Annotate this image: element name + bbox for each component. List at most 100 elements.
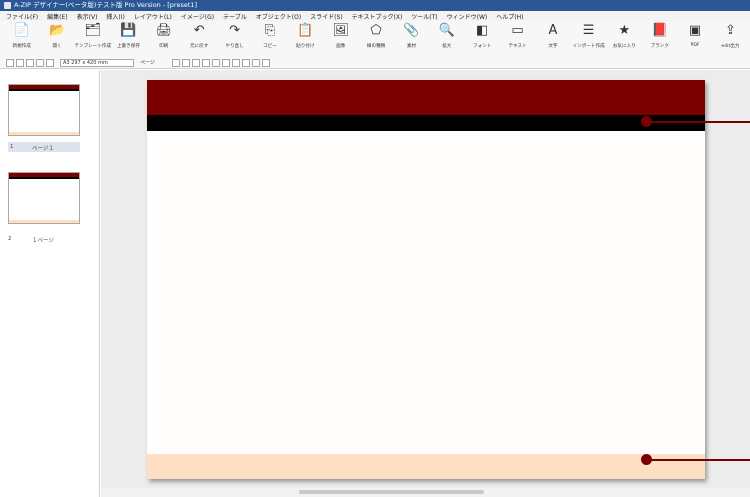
ribbon-button-label: コピー xyxy=(263,44,277,49)
ribbon-button[interactable]: 💾 上書き保存 xyxy=(113,21,144,49)
zoom-icon: 🔍 xyxy=(438,23,455,38)
menu-item[interactable]: スライド(S) xyxy=(310,12,343,21)
export-icon: ⇪ xyxy=(724,23,736,38)
ribbon-button[interactable]: ↷ やり直し xyxy=(219,21,250,49)
bring-front-icon[interactable] xyxy=(222,58,230,67)
fit-page-icon[interactable] xyxy=(46,58,54,67)
thumb-footer xyxy=(9,220,79,223)
list-icon: ☰ xyxy=(582,23,595,38)
ribbon-button[interactable]: A 文字 xyxy=(537,21,568,49)
ribbon-toolbar: 📄 新規作成 📂 開く 🗂 テンプレート作成 💾 上書き保存 🖨 印刷 ↶ 元に戻す ↷ やり直し ⎘ コピー… xyxy=(0,21,750,57)
ribbon-button[interactable]: 🔍 拡大 xyxy=(431,21,462,49)
ribbon-button[interactable]: ⇪ edit出力 xyxy=(715,21,746,49)
ribbon-button[interactable]: 🖼 画像 xyxy=(325,21,356,49)
print-icon: 🖨 xyxy=(155,23,173,38)
zoom-in-icon[interactable] xyxy=(26,58,34,67)
menu-item[interactable]: ヘルプ(H) xyxy=(496,12,523,21)
ribbon-button-label: フォント xyxy=(472,44,492,49)
ribbon-button-label: 印刷 xyxy=(159,44,169,49)
header-band-black[interactable] xyxy=(147,115,705,131)
ribbon-button-label: 素材 xyxy=(406,44,417,49)
ribbon-button-label: 上書き保存 xyxy=(116,44,140,49)
editing-canvas[interactable] xyxy=(101,70,750,488)
ribbon-button[interactable]: ↶ 元に戻す xyxy=(184,21,215,49)
menu-item[interactable]: イメージ(G) xyxy=(181,12,214,21)
align-right-icon[interactable] xyxy=(192,58,200,67)
ribbon-button[interactable]: 📂 開く xyxy=(41,21,72,49)
ribbon-button[interactable]: 📋 貼り付け xyxy=(290,21,321,49)
page-thumbnail-2[interactable] xyxy=(8,172,80,224)
callout-line-header xyxy=(650,121,750,123)
ribbon-button-label: 開く xyxy=(52,44,62,49)
page-thumbnail-panel: 1 ページ１ 2 １ページ xyxy=(0,70,100,497)
page-number: 1 xyxy=(10,144,14,150)
image-icon: 🖼 xyxy=(332,23,349,38)
menu-item[interactable]: 表示(V) xyxy=(77,12,98,21)
slide-page[interactable] xyxy=(147,80,705,479)
footer-band[interactable] xyxy=(147,454,705,479)
menu-item[interactable]: レイアウト(L) xyxy=(134,12,172,21)
book-icon: 📕 xyxy=(651,23,668,38)
ribbon-button[interactable]: ★ お気に入り xyxy=(609,21,640,49)
redo-icon: ↷ xyxy=(229,23,241,38)
ribbon-button[interactable]: 📕 ブランク xyxy=(644,21,675,49)
page-size-select[interactable]: A3 297 x 420 mm xyxy=(60,58,134,67)
ribbon-button[interactable]: 📎 素材 xyxy=(396,21,427,49)
horizontal-scrollbar[interactable] xyxy=(101,488,750,497)
ribbon-button[interactable]: ⬠ 線の種類 xyxy=(360,21,391,49)
ribbon-button[interactable]: 🖨 印刷 xyxy=(148,21,179,49)
ruler-icon[interactable] xyxy=(262,58,270,67)
menu-item[interactable]: ウィンドウ(W) xyxy=(447,12,488,21)
ribbon-button[interactable]: 🗂 テンプレート作成 xyxy=(74,21,112,49)
menu-item[interactable]: テキストブック(X) xyxy=(352,12,403,21)
menu-item[interactable]: ファイル(F) xyxy=(6,12,38,21)
ribbon-button[interactable]: ☰ インポート作成 xyxy=(573,21,605,49)
menu-item[interactable]: オブジェクト(O) xyxy=(256,12,301,21)
grid-icon[interactable] xyxy=(252,58,260,67)
group-icon[interactable] xyxy=(202,58,210,67)
select-tool-icon[interactable] xyxy=(6,58,14,67)
paste-icon: 📋 xyxy=(297,23,314,38)
color-icon: ◧ xyxy=(476,23,489,38)
new-icon: 📄 xyxy=(13,23,30,38)
open-icon: 📂 xyxy=(48,23,66,38)
ribbon-button[interactable]: ⎘ コピー xyxy=(254,21,285,49)
ribbon-button-label: インポート作成 xyxy=(572,44,605,49)
align-left-icon[interactable] xyxy=(172,58,180,67)
page-thumbnail-1[interactable] xyxy=(8,84,80,136)
menu-item[interactable]: 編集(E) xyxy=(47,12,67,21)
menu-item[interactable]: 挿入(I) xyxy=(106,12,124,21)
header-band-red[interactable] xyxy=(147,80,705,115)
callout-dot-footer xyxy=(641,454,652,465)
layer-icon[interactable] xyxy=(242,58,250,67)
zoom-out-icon[interactable] xyxy=(36,58,44,67)
callout-line-footer xyxy=(650,459,750,461)
ribbon-button[interactable]: ◧ フォント xyxy=(467,21,498,49)
ribbon-button-label: 画像 xyxy=(336,44,346,49)
ribbon-button-label: 線の種類 xyxy=(366,44,386,49)
ribbon-button-label: テンプレート作成 xyxy=(74,44,112,49)
send-back-icon[interactable] xyxy=(232,58,240,67)
page-number: 2 xyxy=(8,236,12,242)
thumb-header-black xyxy=(9,177,79,179)
shape-icon: ⬠ xyxy=(370,23,382,38)
menu-item[interactable]: ツール(T) xyxy=(411,12,437,21)
ribbon-button[interactable]: 📄 新規作成 xyxy=(6,21,37,49)
align-center-icon[interactable] xyxy=(182,58,190,67)
page-nav-label: ページ xyxy=(140,59,155,66)
ribbon-button-label: 新規作成 xyxy=(12,44,31,49)
menu-item[interactable]: テーブル xyxy=(223,12,247,21)
copy-icon: ⎘ xyxy=(264,23,276,38)
ungroup-icon[interactable] xyxy=(212,58,220,67)
scrollbar-thumb[interactable] xyxy=(299,490,484,494)
hand-tool-icon[interactable] xyxy=(16,58,24,67)
ribbon-button-label: PDF xyxy=(690,43,700,48)
ribbon-button[interactable]: ▭ テキスト xyxy=(502,21,533,49)
ribbon-button-label: ブランク xyxy=(650,44,669,49)
star-icon: ★ xyxy=(618,23,631,38)
callout-dot-header xyxy=(641,116,652,127)
ribbon-button[interactable]: ▣ PDF xyxy=(679,21,710,48)
page-label: １ページ xyxy=(32,238,54,244)
thumb-footer xyxy=(9,132,79,135)
ribbon-button-label: 拡大 xyxy=(442,44,452,49)
